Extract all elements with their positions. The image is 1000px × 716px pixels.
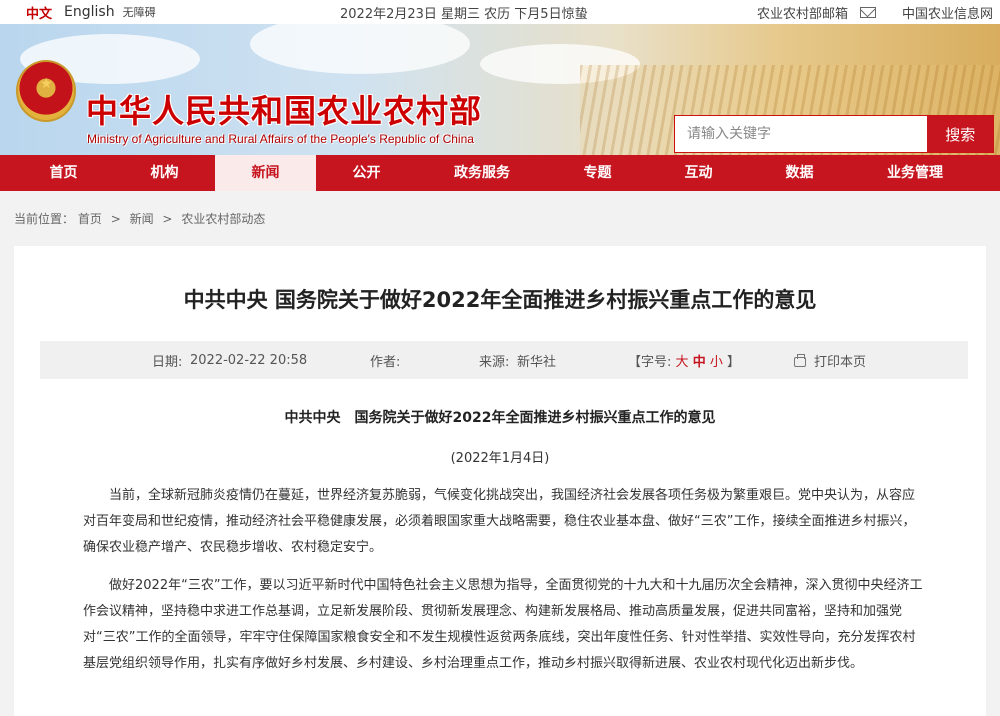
font-size-label: 【字号: — [628, 354, 672, 370]
nav-item-data[interactable]: 数据 — [749, 155, 850, 191]
breadcrumb-ministry-news[interactable]: 农业农村部动态 — [181, 212, 265, 226]
nav-item-business-management[interactable]: 业务管理 — [850, 155, 980, 191]
nav-item-topics[interactable]: 专题 — [547, 155, 648, 191]
nav-item-interaction[interactable]: 互动 — [648, 155, 749, 191]
print-button[interactable]: 打印本页 — [794, 351, 866, 370]
font-size-large-button[interactable]: 大 — [676, 355, 689, 370]
main-nav: 首页 机构 新闻 公开 政务服务 专题 互动 数据 业务管理 — [0, 155, 1000, 191]
article-meta: 日期: 2022-02-22 20:58 作者: 来源: 新华社 【字号: 大 … — [40, 341, 968, 379]
mail-icon — [860, 6, 877, 18]
print-label: 打印本页 — [814, 354, 867, 370]
cloud-decoration — [250, 24, 470, 74]
star-icon: ★ — [40, 76, 53, 92]
font-size-control: 【字号: 大 中 小 】 — [628, 351, 740, 370]
article-container: 中共中央 国务院关于做好2022年全面推进乡村振兴重点工作的意见 日期: 202… — [14, 246, 986, 716]
meta-source-value: 新华社 — [517, 354, 557, 370]
font-size-end: 】 — [727, 354, 741, 370]
search-button[interactable]: 搜索 — [927, 116, 993, 152]
lang-english-link[interactable]: English — [64, 4, 115, 20]
lang-chinese-link[interactable]: 中文 — [26, 3, 52, 22]
breadcrumb: 当前位置： 首页 > 新闻 > 农业农村部动态 — [0, 191, 1000, 247]
printer-icon — [794, 353, 806, 367]
header-banner: ★ 中华人民共和国农业农村部 Ministry of Agriculture a… — [0, 24, 1000, 155]
info-net-link[interactable]: 中国农业信息网 — [902, 3, 993, 22]
meta-source-label: 来源: — [479, 354, 510, 370]
national-emblem-icon[interactable]: ★ — [16, 60, 76, 122]
font-size-small-button[interactable]: 小 — [710, 355, 723, 370]
breadcrumb-label: 当前位置： — [14, 212, 75, 226]
search-input[interactable] — [675, 116, 928, 152]
site-subtitle: Ministry of Agriculture and Rural Affair… — [87, 132, 474, 146]
article-paragraph: 当前，全球新冠肺炎疫情仍在蔓延，世界经济复苏脆弱，气候变化挑战突出，我国经济社会… — [83, 488, 916, 555]
meta-author-label: 作者: — [370, 354, 401, 370]
search-box: 搜索 — [674, 115, 994, 153]
nav-item-government-services[interactable]: 政务服务 — [417, 155, 547, 191]
meta-date-value: 2022-02-22 20:58 — [190, 352, 308, 368]
mailbox-link[interactable]: 农业农村部邮箱 — [757, 3, 877, 22]
nav-item-news[interactable]: 新闻 — [215, 155, 316, 191]
date-display: 2022年2月23日 星期三 农历 下月5日惊蛰 — [340, 6, 588, 22]
document-date: (2022年1月4日) — [450, 451, 550, 466]
document-title: 中共中央 国务院关于做好2022年全面推进乡村振兴重点工作的意见 — [284, 410, 716, 426]
site-title[interactable]: 中华人民共和国农业农村部 — [86, 86, 482, 132]
font-size-medium-button[interactable]: 中 — [693, 355, 706, 370]
article-title: 中共中央 国务院关于做好2022年全面推进乡村振兴重点工作的意见 — [183, 288, 817, 312]
nav-item-organization[interactable]: 机构 — [114, 155, 215, 191]
mailbox-label: 农业农村部邮箱 — [757, 6, 849, 22]
nav-item-home[interactable]: 首页 — [13, 155, 114, 191]
top-bar: 中文 English 无障碍 2022年2月23日 星期三 农历 下月5日惊蛰 … — [0, 0, 1000, 24]
accessibility-link[interactable]: 无障碍 — [123, 4, 156, 20]
breadcrumb-home[interactable]: 首页 — [78, 212, 102, 226]
breadcrumb-news[interactable]: 新闻 — [130, 212, 154, 226]
breadcrumb-separator: > — [110, 212, 121, 226]
article-paragraph: 做好2022年“三农”工作，要以习近平新时代中国特色社会主义思想为指导，全面贯彻… — [83, 578, 923, 671]
breadcrumb-separator: > — [162, 212, 173, 226]
meta-date-label: 日期: — [152, 354, 183, 370]
nav-item-public[interactable]: 公开 — [316, 155, 417, 191]
